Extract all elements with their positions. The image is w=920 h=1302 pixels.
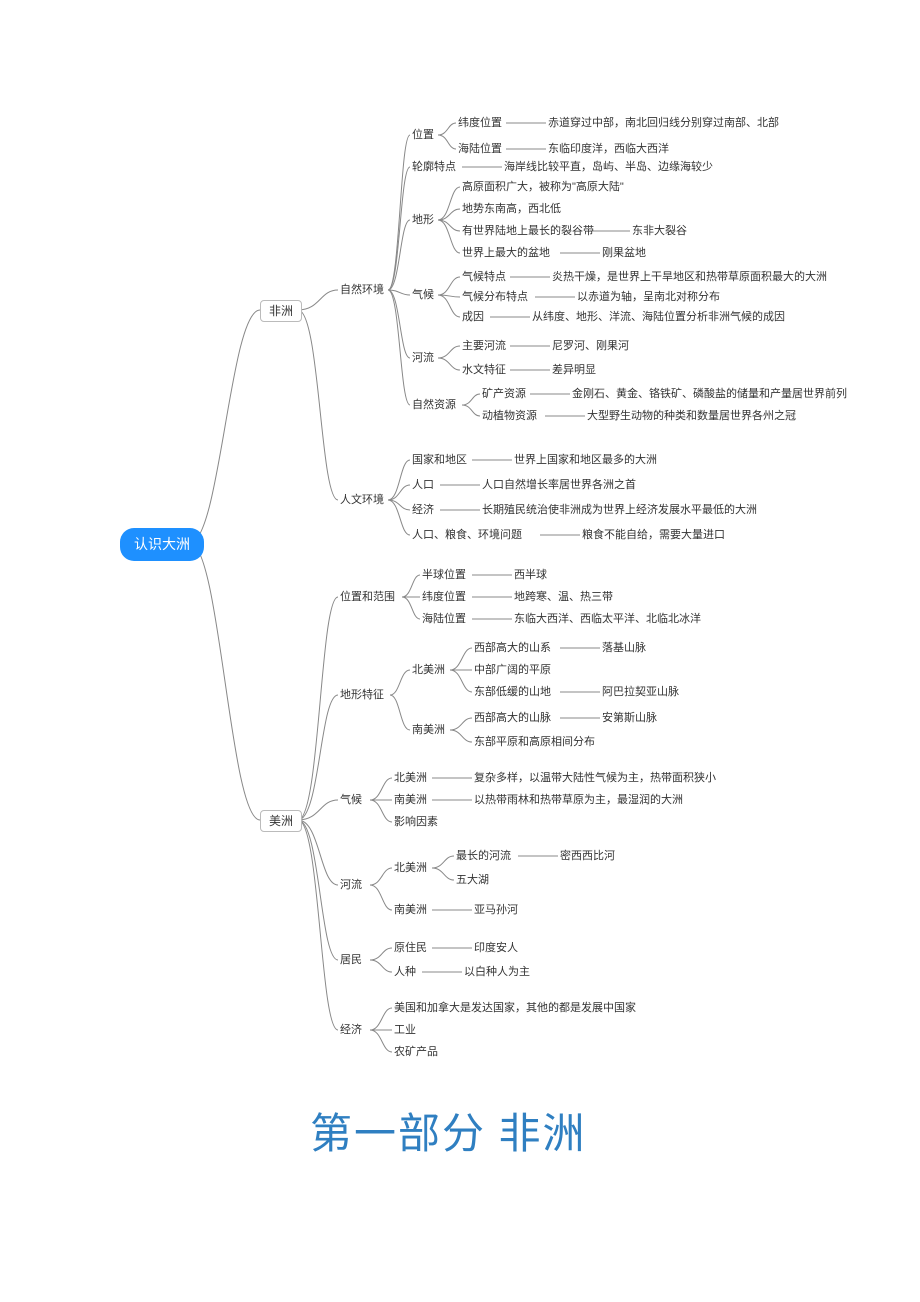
node-cl-sa-v: 以热带雨林和热带草原为主，最湿润的大洲 bbox=[474, 794, 683, 807]
node-outline-v: 海岸线比较平直，岛屿、半岛、边缘海较少 bbox=[504, 161, 713, 174]
node-t4: 世界上最大的盆地 bbox=[462, 247, 550, 260]
node-am-na2: 中部广阔的平原 bbox=[474, 664, 551, 677]
node-h1: 国家和地区 bbox=[412, 454, 467, 467]
node-rv-na: 北美洲 bbox=[394, 862, 427, 875]
node-america[interactable]: 美洲 bbox=[260, 810, 302, 832]
node-p2: 人种 bbox=[394, 966, 416, 979]
node-climate: 气候 bbox=[412, 289, 434, 302]
node-pos-sea: 海陆位置 bbox=[458, 143, 502, 156]
node-am-r2: 纬度位置 bbox=[422, 591, 466, 604]
node-r2: 水文特征 bbox=[462, 364, 506, 377]
node-outline: 轮廓特点 bbox=[412, 161, 456, 174]
node-e3: 农矿产品 bbox=[394, 1046, 438, 1059]
node-rv-sa: 南美洲 bbox=[394, 904, 427, 917]
node-t3: 有世界陆地上最长的裂谷带 bbox=[462, 225, 594, 238]
node-res1: 矿产资源 bbox=[482, 388, 526, 401]
node-am-sa1v: 安第斯山脉 bbox=[602, 712, 657, 725]
node-position: 位置 bbox=[412, 129, 434, 142]
node-am-na3v: 阿巴拉契亚山脉 bbox=[602, 686, 679, 699]
node-am-na1: 西部高大的山系 bbox=[474, 642, 551, 655]
node-t1: 高原面积广大，被称为"高原大陆" bbox=[462, 181, 624, 194]
node-c1v: 炎热干燥，是世界上干旱地区和热带草原面积最大的大洲 bbox=[552, 271, 827, 284]
root-node[interactable]: 认识大洲 bbox=[120, 528, 204, 561]
node-human: 人文环境 bbox=[340, 494, 384, 507]
node-cl-na: 北美洲 bbox=[394, 772, 427, 785]
node-pos-lat-v: 赤道穿过中部，南北回归线分别穿过南部、北部 bbox=[548, 117, 779, 130]
node-h3: 经济 bbox=[412, 504, 434, 517]
node-p1v: 印度安人 bbox=[474, 942, 518, 955]
node-am-r3v: 东临大西洋、西临太平洋、北临北冰洋 bbox=[514, 613, 701, 626]
node-cl-f: 影响因素 bbox=[394, 816, 438, 829]
node-terrain: 地形 bbox=[412, 214, 434, 227]
node-p1: 原住民 bbox=[394, 942, 427, 955]
node-people: 居民 bbox=[340, 954, 362, 967]
node-am-r2v: 地跨寒、温、热三带 bbox=[514, 591, 613, 604]
node-am-na3: 东部低缓的山地 bbox=[474, 686, 551, 699]
node-h4v: 粮食不能自给，需要大量进口 bbox=[582, 529, 725, 542]
node-river: 河流 bbox=[412, 352, 434, 365]
node-c1: 气候特点 bbox=[462, 271, 506, 284]
node-pos-sea-v: 东临印度洋，西临大西洋 bbox=[548, 143, 669, 156]
node-am-na: 北美洲 bbox=[412, 664, 445, 677]
node-am-river: 河流 bbox=[340, 879, 362, 892]
node-c2: 气候分布特点 bbox=[462, 291, 528, 304]
node-am-sa: 南美洲 bbox=[412, 724, 445, 737]
node-cl-na-v: 复杂多样，以温带大陆性气候为主，热带面积狭小 bbox=[474, 772, 716, 785]
node-e2: 工业 bbox=[394, 1024, 416, 1037]
node-r1: 主要河流 bbox=[462, 340, 506, 353]
node-r1v: 尼罗河、刚果河 bbox=[552, 340, 629, 353]
node-am-r1v: 西半球 bbox=[514, 569, 547, 582]
node-e1: 美国和加拿大是发达国家，其他的都是发展中国家 bbox=[394, 1002, 636, 1015]
node-rv-na1: 最长的河流 bbox=[456, 850, 511, 863]
node-am-terrain: 地形特征 bbox=[340, 689, 384, 702]
node-c2v: 以赤道为轴，呈南北对称分布 bbox=[577, 291, 720, 304]
node-econ: 经济 bbox=[340, 1024, 362, 1037]
node-h4: 人口、粮食、环境问题 bbox=[412, 529, 522, 542]
node-rv-sa-v: 亚马孙河 bbox=[474, 904, 518, 917]
node-am-na1v: 落基山脉 bbox=[602, 642, 646, 655]
node-env: 自然环境 bbox=[340, 284, 384, 297]
node-pos-lat: 纬度位置 bbox=[458, 117, 502, 130]
node-rv-na1v: 密西西比河 bbox=[560, 850, 615, 863]
node-c3: 成因 bbox=[462, 311, 484, 324]
section-title: 第一部分 非洲 bbox=[310, 1100, 587, 1161]
node-t2: 地势东南高，西北低 bbox=[462, 203, 561, 216]
node-am-r1: 半球位置 bbox=[422, 569, 466, 582]
node-res2: 动植物资源 bbox=[482, 410, 537, 423]
node-am-sa1: 西部高大的山脉 bbox=[474, 712, 551, 725]
node-am-climate: 气候 bbox=[340, 794, 362, 807]
node-h1v: 世界上国家和地区最多的大洲 bbox=[514, 454, 657, 467]
mindmap-canvas: 认识大洲 非洲 自然环境 位置 纬度位置 赤道穿过中部，南北回归线分别穿过南部、… bbox=[0, 0, 920, 1302]
node-cl-sa: 南美洲 bbox=[394, 794, 427, 807]
node-am-range: 位置和范围 bbox=[340, 591, 395, 604]
node-c3v: 从纬度、地形、洋流、海陆位置分析非洲气候的成因 bbox=[532, 311, 785, 324]
node-h3v: 长期殖民统治使非洲成为世界上经济发展水平最低的大洲 bbox=[482, 504, 757, 517]
node-h2: 人口 bbox=[412, 479, 434, 492]
node-h2v: 人口自然增长率居世界各洲之首 bbox=[482, 479, 636, 492]
node-res2v: 大型野生动物的种类和数量居世界各州之冠 bbox=[587, 410, 796, 423]
node-rv-na2: 五大湖 bbox=[456, 874, 489, 887]
node-t4v: 刚果盆地 bbox=[602, 247, 646, 260]
node-res: 自然资源 bbox=[412, 399, 456, 412]
node-p2v: 以白种人为主 bbox=[464, 966, 530, 979]
node-am-r3: 海陆位置 bbox=[422, 613, 466, 626]
node-t3v: 东非大裂谷 bbox=[632, 225, 687, 238]
node-res1v: 金刚石、黄金、铬铁矿、磷酸盐的储量和产量居世界前列 bbox=[572, 388, 847, 401]
node-r2v: 差异明显 bbox=[552, 364, 596, 377]
node-africa[interactable]: 非洲 bbox=[260, 300, 302, 322]
node-am-sa2: 东部平原和高原相间分布 bbox=[474, 736, 595, 749]
